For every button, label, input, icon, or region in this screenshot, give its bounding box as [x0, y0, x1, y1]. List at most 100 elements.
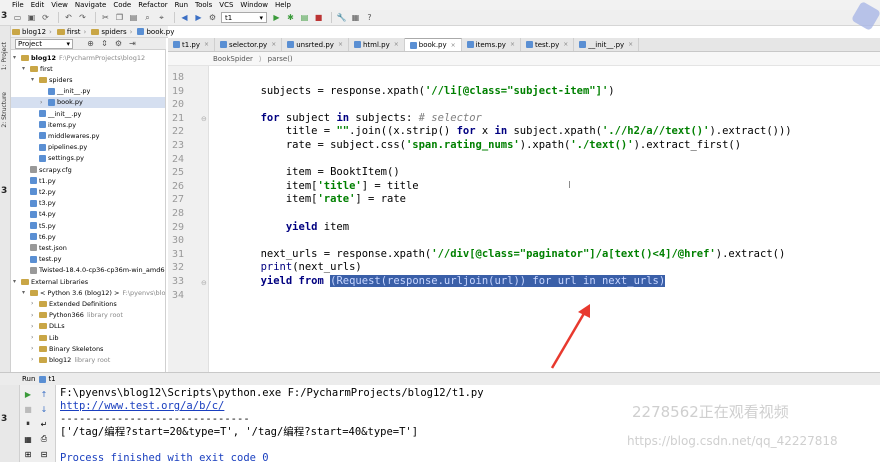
layout-icon[interactable]: ▦: [23, 434, 33, 444]
find-icon[interactable]: ⌕: [142, 12, 153, 23]
back-icon[interactable]: ◀: [179, 12, 190, 23]
menu-item-view[interactable]: View: [51, 1, 68, 9]
soft-wrap-icon[interactable]: ↵: [39, 419, 49, 429]
open-folder-icon[interactable]: ▭: [12, 12, 23, 23]
tab-book-py[interactable]: book.py ×: [404, 38, 462, 51]
console-link[interactable]: http://www.test.org/a/b/c/: [60, 400, 224, 413]
tab-test-py[interactable]: test.py ×: [520, 38, 575, 51]
scroll-up-icon[interactable]: ↑: [39, 389, 49, 399]
chevron-down-icon[interactable]: ▾: [22, 65, 30, 72]
run-console[interactable]: F:\pyenvs\blog12\Scripts\python.exe F:/P…: [56, 385, 880, 464]
clear-icon[interactable]: ⊟: [39, 449, 49, 459]
chevron-right-icon[interactable]: ›: [31, 345, 39, 352]
gear-icon[interactable]: ⚙: [113, 38, 124, 49]
nav-crumb[interactable]: spiders ›: [91, 28, 135, 36]
stop-icon[interactable]: ■: [313, 12, 324, 23]
chevron-right-icon[interactable]: ›: [31, 300, 39, 307]
nav-crumb[interactable]: book.py: [137, 28, 174, 36]
project-view-select[interactable]: Project ▾: [15, 38, 73, 49]
scroll-down-icon[interactable]: ↓: [39, 404, 49, 414]
tree-item[interactable]: Twisted-18.4.0-cp36-cp36m-win_amd64.whl: [11, 265, 165, 276]
forward-icon[interactable]: ▶: [193, 12, 204, 23]
build-icon[interactable]: ⚙: [207, 12, 218, 23]
close-icon[interactable]: ×: [628, 41, 633, 48]
chevron-right-icon[interactable]: ›: [31, 312, 39, 319]
tree-item[interactable]: pipelines.py: [11, 142, 87, 153]
tab-html-py[interactable]: html.py ×: [348, 38, 405, 51]
pin-icon[interactable]: ⊞: [23, 449, 33, 459]
tree-item[interactable]: middlewares.py: [11, 130, 99, 141]
tree-item[interactable]: ▾ External Libraries: [11, 276, 88, 287]
settings-icon[interactable]: 🔧: [336, 12, 347, 23]
tab-selector-py[interactable]: selector.py ×: [215, 38, 283, 51]
copy-icon[interactable]: ❐: [114, 12, 125, 23]
chevron-right-icon[interactable]: ›: [31, 334, 39, 341]
structure-tool-tab[interactable]: 2: Structure: [1, 92, 10, 128]
breadcrumb-method[interactable]: parse(): [268, 55, 293, 63]
tree-item[interactable]: settings.py: [11, 153, 84, 164]
print-icon[interactable]: ⎙: [39, 434, 49, 444]
menu-item-file[interactable]: File: [12, 1, 24, 9]
tree-item[interactable]: › Extended Definitions: [11, 298, 117, 309]
close-icon[interactable]: ×: [271, 41, 276, 48]
close-icon[interactable]: ×: [204, 41, 209, 48]
fold-marker-icon[interactable]: ⊖: [201, 115, 207, 123]
menu-item-run[interactable]: Run: [175, 1, 188, 9]
close-icon[interactable]: ×: [394, 41, 399, 48]
tree-item[interactable]: t4.py: [11, 209, 56, 220]
redo-icon[interactable]: ↷: [77, 12, 88, 23]
menu-item-vcs[interactable]: VCS: [219, 1, 233, 9]
cut-icon[interactable]: ✂: [100, 12, 111, 23]
run-panel-config[interactable]: t1: [48, 375, 55, 383]
menu-item-window[interactable]: Window: [240, 1, 268, 9]
tree-item[interactable]: t1.py: [11, 175, 56, 186]
pause-icon[interactable]: ⏸: [23, 419, 33, 429]
hide-icon[interactable]: ⇥: [127, 38, 138, 49]
tree-item[interactable]: › Lib: [11, 332, 59, 343]
tree-item[interactable]: t5.py: [11, 220, 56, 231]
close-icon[interactable]: ×: [510, 41, 515, 48]
tree-item[interactable]: › blog12 library root: [11, 354, 110, 365]
tree-item[interactable]: ▾ spiders: [11, 74, 73, 85]
menu-item-help[interactable]: Help: [275, 1, 291, 9]
tree-item[interactable]: › Binary Skeletons: [11, 343, 103, 354]
code-editor[interactable]: subjects = response.xpath('//li[@class="…: [210, 66, 880, 372]
tree-item[interactable]: › DLLs: [11, 321, 65, 332]
project-tool-tab[interactable]: 1: Project: [1, 42, 10, 70]
sync-icon[interactable]: ⟳: [40, 12, 51, 23]
menu-item-edit[interactable]: Edit: [31, 1, 45, 9]
nav-crumb[interactable]: blog12 ›: [12, 28, 55, 36]
tree-item[interactable]: › Python366 library root: [11, 310, 123, 321]
rerun-icon[interactable]: ▶: [23, 389, 33, 399]
chevron-down-icon[interactable]: ▾: [22, 289, 30, 296]
menu-item-refactor[interactable]: Refactor: [138, 1, 167, 9]
tab-unsrted-py[interactable]: unsrted.py ×: [282, 38, 349, 51]
close-icon[interactable]: ×: [451, 42, 456, 49]
run-config-select[interactable]: t1 ▾: [221, 12, 267, 23]
save-all-icon[interactable]: ▣: [26, 12, 37, 23]
tab-init-py[interactable]: __init__.py ×: [574, 38, 640, 51]
coverage-icon[interactable]: ▤: [299, 12, 310, 23]
sdk-icon[interactable]: ▦: [350, 12, 361, 23]
breadcrumb-class[interactable]: BookSpider: [213, 55, 253, 63]
tab-items-py[interactable]: items.py ×: [461, 38, 521, 51]
tree-item[interactable]: t6.py: [11, 231, 56, 242]
close-icon[interactable]: ×: [338, 41, 343, 48]
tab-t1-py[interactable]: t1.py ×: [168, 38, 216, 51]
tree-item[interactable]: test.json: [11, 242, 67, 253]
menu-item-navigate[interactable]: Navigate: [75, 1, 106, 9]
chevron-right-icon[interactable]: ›: [31, 356, 39, 363]
stop-icon[interactable]: ■: [23, 404, 33, 414]
chevron-down-icon[interactable]: ▾: [13, 278, 21, 285]
tree-item[interactable]: › book.py: [11, 96, 165, 108]
fold-marker-icon[interactable]: ⊖: [201, 279, 207, 287]
undo-icon[interactable]: ↶: [63, 12, 74, 23]
tree-item[interactable]: ▾ blog12 F:\PycharmProjects\blog12: [11, 52, 145, 63]
menu-item-tools[interactable]: Tools: [195, 1, 212, 9]
close-icon[interactable]: ×: [563, 41, 568, 48]
tree-item[interactable]: __init__.py: [11, 86, 90, 97]
chevron-down-icon[interactable]: ▾: [31, 76, 39, 83]
tree-item[interactable]: items.py: [11, 119, 76, 130]
tree-item[interactable]: ▾ first: [11, 63, 53, 74]
run-icon[interactable]: ▶: [271, 12, 282, 23]
